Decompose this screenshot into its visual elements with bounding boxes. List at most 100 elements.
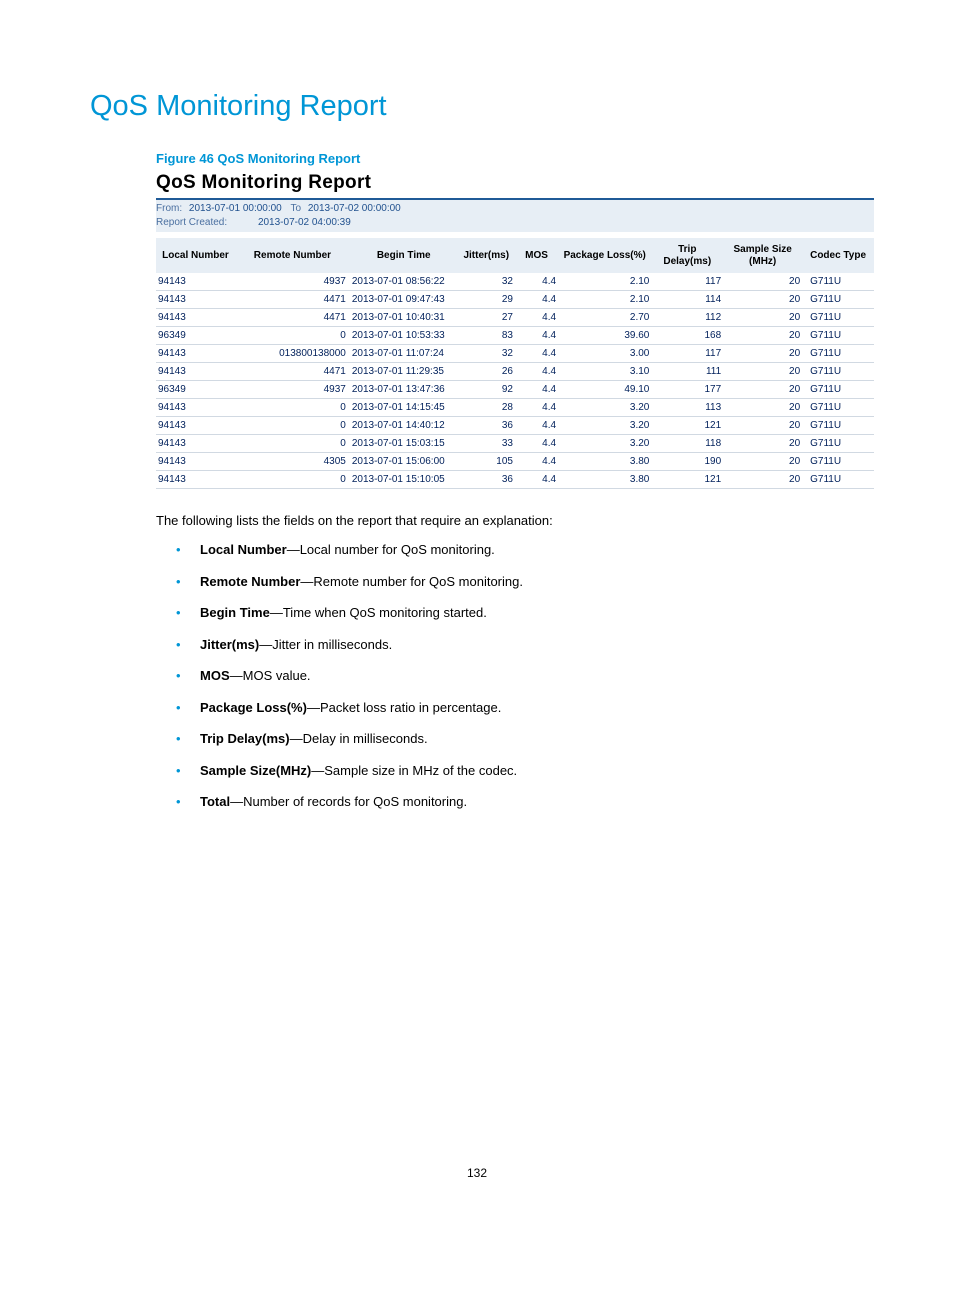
cell-remote-number: 0 bbox=[235, 327, 350, 345]
cell-trip-delay: 121 bbox=[651, 417, 723, 435]
cell-codec: G711U bbox=[802, 399, 874, 417]
cell-pkg-loss: 3.80 bbox=[558, 453, 651, 471]
cell-local-number: 94143 bbox=[156, 399, 235, 417]
cell-mos: 4.4 bbox=[515, 345, 558, 363]
cell-mos: 4.4 bbox=[515, 471, 558, 489]
created-label: Report Created: bbox=[156, 217, 227, 228]
cell-remote-number: 0 bbox=[235, 435, 350, 453]
cell-pkg-loss: 3.10 bbox=[558, 363, 651, 381]
list-item: Local Number—Local number for QoS monito… bbox=[156, 540, 874, 560]
list-item: Total—Number of records for QoS monitori… bbox=[156, 792, 874, 812]
cell-codec: G711U bbox=[802, 363, 874, 381]
cell-codec: G711U bbox=[802, 309, 874, 327]
desc: —Delay in milliseconds. bbox=[290, 731, 428, 746]
col-jitter: Jitter(ms) bbox=[458, 238, 515, 273]
cell-trip-delay: 117 bbox=[651, 345, 723, 363]
to-label: To bbox=[291, 203, 302, 214]
cell-local-number: 94143 bbox=[156, 363, 235, 381]
cell-pkg-loss: 3.80 bbox=[558, 471, 651, 489]
cell-mos: 4.4 bbox=[515, 453, 558, 471]
cell-mos: 4.4 bbox=[515, 417, 558, 435]
cell-jitter: 27 bbox=[458, 309, 515, 327]
col-pkg-loss: Package Loss(%) bbox=[558, 238, 651, 273]
col-trip-delay: Trip Delay(ms) bbox=[651, 238, 723, 273]
cell-local-number: 94143 bbox=[156, 345, 235, 363]
term: Jitter(ms) bbox=[200, 637, 259, 652]
table-row: 9414302013-07-01 15:10:05364.43.8012120G… bbox=[156, 471, 874, 489]
explain-list: Local Number—Local number for QoS monito… bbox=[156, 540, 874, 812]
cell-begin-time: 2013-07-01 15:10:05 bbox=[350, 471, 458, 489]
cell-jitter: 105 bbox=[458, 453, 515, 471]
desc: —Remote number for QoS monitoring. bbox=[300, 574, 523, 589]
cell-begin-time: 2013-07-01 10:40:31 bbox=[350, 309, 458, 327]
term: Total bbox=[200, 794, 230, 809]
cell-codec: G711U bbox=[802, 435, 874, 453]
cell-local-number: 94143 bbox=[156, 453, 235, 471]
figure-caption: Figure 46 QoS Monitoring Report bbox=[156, 151, 874, 166]
table-body: 9414349372013-07-01 08:56:22324.42.10117… bbox=[156, 273, 874, 489]
term: Sample Size(MHz) bbox=[200, 763, 311, 778]
cell-local-number: 96349 bbox=[156, 327, 235, 345]
cell-remote-number: 0 bbox=[235, 417, 350, 435]
cell-trip-delay: 121 bbox=[651, 471, 723, 489]
cell-mos: 4.4 bbox=[515, 309, 558, 327]
cell-sample-size: 20 bbox=[723, 435, 802, 453]
cell-codec: G711U bbox=[802, 273, 874, 291]
from-value: 2013-07-01 00:00:00 bbox=[189, 203, 282, 214]
from-label: From: bbox=[156, 203, 182, 214]
cell-begin-time: 2013-07-01 14:40:12 bbox=[350, 417, 458, 435]
desc: —Number of records for QoS monitoring. bbox=[230, 794, 467, 809]
cell-mos: 4.4 bbox=[515, 399, 558, 417]
term: Begin Time bbox=[200, 605, 270, 620]
cell-sample-size: 20 bbox=[723, 399, 802, 417]
cell-remote-number: 013800138000 bbox=[235, 345, 350, 363]
cell-pkg-loss: 3.00 bbox=[558, 345, 651, 363]
term: Package Loss(%) bbox=[200, 700, 307, 715]
cell-pkg-loss: 3.20 bbox=[558, 417, 651, 435]
col-local-number: Local Number bbox=[156, 238, 235, 273]
list-item: Sample Size(MHz)—Sample size in MHz of t… bbox=[156, 761, 874, 781]
list-item: Jitter(ms)—Jitter in milliseconds. bbox=[156, 635, 874, 655]
cell-begin-time: 2013-07-01 11:07:24 bbox=[350, 345, 458, 363]
term: MOS bbox=[200, 668, 230, 683]
cell-jitter: 36 bbox=[458, 471, 515, 489]
cell-sample-size: 20 bbox=[723, 381, 802, 399]
cell-jitter: 26 bbox=[458, 363, 515, 381]
cell-local-number: 94143 bbox=[156, 471, 235, 489]
table-row: 9414344712013-07-01 11:29:35264.43.10111… bbox=[156, 363, 874, 381]
cell-sample-size: 20 bbox=[723, 453, 802, 471]
cell-begin-time: 2013-07-01 11:29:35 bbox=[350, 363, 458, 381]
cell-jitter: 32 bbox=[458, 273, 515, 291]
cell-pkg-loss: 2.10 bbox=[558, 291, 651, 309]
cell-pkg-loss: 3.20 bbox=[558, 435, 651, 453]
table-row: 9414302013-07-01 14:15:45284.43.2011320G… bbox=[156, 399, 874, 417]
cell-codec: G711U bbox=[802, 345, 874, 363]
cell-remote-number: 0 bbox=[235, 399, 350, 417]
cell-remote-number: 4471 bbox=[235, 363, 350, 381]
cell-begin-time: 2013-07-01 15:06:00 bbox=[350, 453, 458, 471]
cell-remote-number: 4471 bbox=[235, 291, 350, 309]
desc: —Time when QoS monitoring started. bbox=[270, 605, 487, 620]
report-meta: From: 2013-07-01 00:00:00 To 2013-07-02 … bbox=[156, 198, 874, 232]
cell-codec: G711U bbox=[802, 471, 874, 489]
cell-begin-time: 2013-07-01 13:47:36 bbox=[350, 381, 458, 399]
cell-codec: G711U bbox=[802, 417, 874, 435]
cell-remote-number: 4305 bbox=[235, 453, 350, 471]
table-row: 9414302013-07-01 14:40:12364.43.2012120G… bbox=[156, 417, 874, 435]
created-value: 2013-07-02 04:00:39 bbox=[258, 217, 351, 228]
cell-local-number: 94143 bbox=[156, 417, 235, 435]
term: Remote Number bbox=[200, 574, 300, 589]
cell-pkg-loss: 49.10 bbox=[558, 381, 651, 399]
cell-trip-delay: 190 bbox=[651, 453, 723, 471]
cell-jitter: 83 bbox=[458, 327, 515, 345]
cell-begin-time: 2013-07-01 10:53:33 bbox=[350, 327, 458, 345]
cell-local-number: 96349 bbox=[156, 381, 235, 399]
term: Local Number bbox=[200, 542, 287, 557]
cell-sample-size: 20 bbox=[723, 327, 802, 345]
cell-jitter: 29 bbox=[458, 291, 515, 309]
desc: —Sample size in MHz of the codec. bbox=[311, 763, 517, 778]
list-item: Remote Number—Remote number for QoS moni… bbox=[156, 572, 874, 592]
col-remote-number: Remote Number bbox=[235, 238, 350, 273]
col-mos: MOS bbox=[515, 238, 558, 273]
cell-mos: 4.4 bbox=[515, 435, 558, 453]
